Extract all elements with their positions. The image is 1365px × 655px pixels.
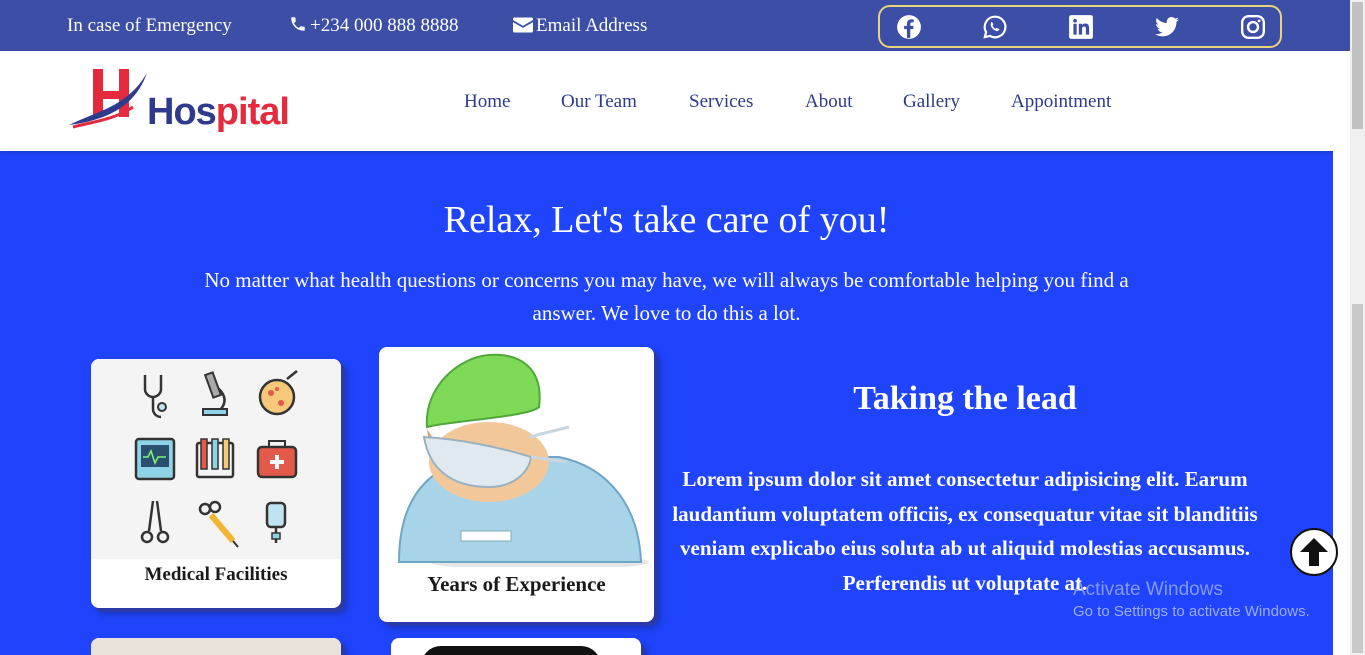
nav-about[interactable]: About [805,91,853,113]
linkedin-icon[interactable] [1068,14,1094,40]
email-link[interactable]: Email Address [513,15,647,37]
nav-home[interactable]: Home [464,91,510,113]
stethoscope-icon [143,375,167,419]
test-tubes-icon [195,438,235,479]
activate-windows-title: Activate Windows [1073,579,1223,600]
nav-our-team[interactable]: Our Team [561,91,637,113]
activate-windows-subtitle: Go to Settings to activate Windows. [1073,603,1310,620]
back-to-top-button[interactable] [1290,528,1338,576]
facebook-icon[interactable] [896,14,922,40]
petri-dish-icon [258,370,298,416]
hospital-logo[interactable]: Hospital [67,67,290,133]
page-right-edge [1333,151,1350,655]
facility-photo [91,638,341,655]
doctor-image-card[interactable] [391,638,641,655]
scissors-icon [140,500,170,544]
doctor-photo [421,646,601,655]
whatsapp-icon[interactable] [982,14,1008,40]
twitter-icon[interactable] [1154,14,1180,40]
years-of-experience-card[interactable]: Years of Experience [379,347,654,622]
syringe-icon [198,500,239,548]
lead-title: Taking the lead [853,380,1077,417]
email-text: Email Address [536,15,648,36]
emergency-label: In case of Emergency [67,15,232,36]
surgeon-illustration [397,353,649,567]
nav-appointment[interactable]: Appointment [1011,91,1111,113]
phone-icon [291,17,305,31]
envelope-icon [513,17,533,33]
phone-number: +234 000 888 8888 [310,15,459,36]
page-scrollbar[interactable] [1350,0,1365,655]
card-caption: Medical Facilities [144,564,288,585]
social-links [878,5,1282,48]
hero-text: No matter what health questions or conce… [204,268,1129,325]
medical-icons-grid [91,359,341,559]
main-navbar: Hospital Home Our Team Services About Ga… [0,51,1350,151]
arrow-up-icon [1300,538,1328,566]
scrollbar-upper [1352,2,1363,129]
scrollbar-thumb[interactable] [1352,304,1363,653]
microscope-icon [202,371,228,416]
hero-title: Relax, Let's take care of you! [443,199,890,241]
facility-image-card[interactable] [91,638,341,655]
card-caption: Years of Experience [427,572,606,596]
instagram-icon[interactable] [1240,14,1266,40]
phone-link[interactable]: +234 000 888 8888 [289,15,458,37]
monitor-icon [134,437,176,481]
top-bar: In case of Emergency +234 000 888 8888 E… [0,0,1350,51]
logo-h-mark [69,69,147,129]
iv-bag-icon [265,501,287,543]
nav-services[interactable]: Services [689,91,753,113]
first-aid-kit-icon [256,440,298,479]
logo-wordmark: Hospital [147,91,290,133]
medical-facilities-card[interactable]: Medical Facilities [91,359,341,608]
nav-gallery[interactable]: Gallery [903,91,960,113]
